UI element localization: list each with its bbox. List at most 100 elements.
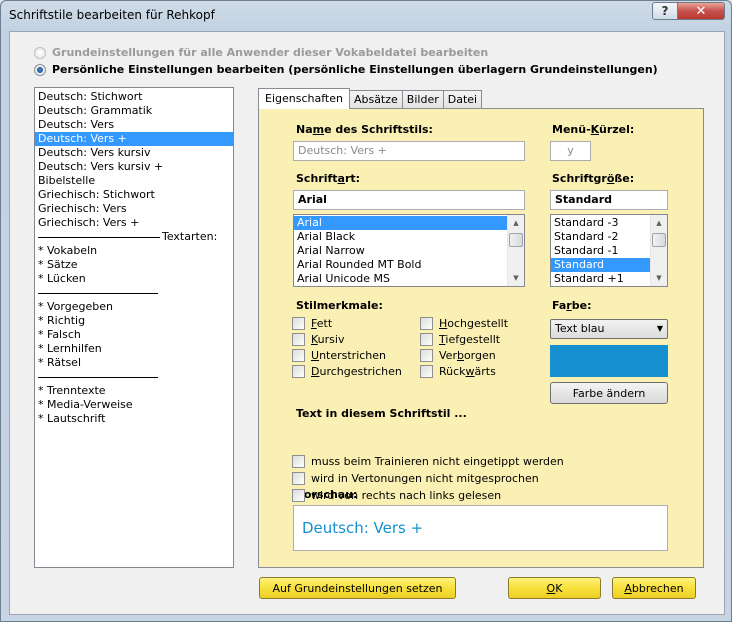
style-list-item[interactable]: Deutsch: Grammatik xyxy=(35,104,233,118)
scroll-down-icon[interactable]: ▼ xyxy=(651,270,667,286)
font-size-list[interactable]: Standard -3 Standard -2 Standard -1 Standar… xyxy=(550,214,668,287)
style-list-item[interactable]: Deutsch: Stichwort xyxy=(35,90,233,104)
list-items: Arial Arial Black Arial Narrow Arial Rounde… xyxy=(294,215,524,286)
scroll-down-icon[interactable]: ▼ xyxy=(508,270,524,286)
properties-panel: Name des Schriftstils: Deutsch: Vers + M… xyxy=(258,108,704,568)
reset-defaults-button[interactable]: Auf Grundeinstellungen setzen xyxy=(259,577,456,599)
shortcut-input[interactable]: y xyxy=(550,141,591,161)
style-list-item[interactable]: * Falsch xyxy=(35,328,233,342)
ok-button[interactable]: OK xyxy=(508,577,601,599)
checkbox[interactable] xyxy=(420,317,433,330)
checkbox-label: Verborgen xyxy=(439,349,496,362)
chevron-down-icon: ▼ xyxy=(656,324,663,333)
color-select[interactable]: Text blau ▼ xyxy=(550,319,668,339)
style-list-item[interactable]: * Rätsel xyxy=(35,356,233,370)
style-list-item[interactable]: * Sätze xyxy=(35,258,233,272)
list-item[interactable]: Arial Black xyxy=(294,230,507,244)
scrollbar[interactable]: ▲ ▼ xyxy=(507,215,524,286)
style-list-item[interactable]: * Vorgegeben xyxy=(35,300,233,314)
checkbox[interactable] xyxy=(292,472,305,485)
scroll-up-icon[interactable]: ▲ xyxy=(508,215,524,231)
checkbox[interactable] xyxy=(420,365,433,378)
list-item[interactable]: Arial Unicode MS xyxy=(294,272,507,286)
font-size-label: Schriftgröße: xyxy=(552,172,635,185)
style-list-item[interactable]: * Richtig xyxy=(35,314,233,328)
list-item[interactable]: Standard -1 xyxy=(551,244,650,258)
list-item[interactable]: Arial xyxy=(294,216,507,230)
separator-line xyxy=(38,237,160,238)
list-item[interactable]: Standard -2 xyxy=(551,230,650,244)
tab-datei[interactable]: Datei xyxy=(442,90,483,109)
style-list-item[interactable]: * Lautschrift xyxy=(35,412,233,426)
style-checkbox-unterstrichen[interactable]: Unterstrichen xyxy=(292,349,386,362)
checkbox[interactable] xyxy=(292,365,305,378)
style-list-item[interactable]: Deutsch: Vers kursiv xyxy=(35,146,233,160)
style-list-item[interactable]: Griechisch: Vers + xyxy=(35,216,233,230)
style-list-item[interactable]: Griechisch: Vers xyxy=(35,202,233,216)
style-list-item[interactable]: Deutsch: Vers kursiv + xyxy=(35,160,233,174)
checkbox[interactable] xyxy=(420,349,433,362)
font-list[interactable]: Arial Arial Black Arial Narrow Arial Rounde… xyxy=(293,214,525,287)
font-size-input[interactable]: Standard xyxy=(550,190,668,210)
style-checkbox-durchgestrichen[interactable]: Durchgestrichen xyxy=(292,365,402,378)
scroll-up-icon[interactable]: ▲ xyxy=(651,215,667,231)
style-checkbox-rückwärts[interactable]: Rückwärts xyxy=(420,365,496,378)
list-item[interactable]: Arial Narrow xyxy=(294,244,507,258)
change-color-button[interactable]: Farbe ändern xyxy=(550,382,668,404)
checkbox-label: Tiefgestellt xyxy=(439,333,501,346)
tab-strip: Eigenschaften Absätze Bilder Datei xyxy=(258,88,483,109)
cancel-button[interactable]: Abbrechen xyxy=(612,577,696,599)
scrollbar[interactable]: ▲ ▼ xyxy=(650,215,667,286)
text-option-checkbox[interactable]: wird in Vertonungen nicht mitgesprochen xyxy=(292,472,539,485)
style-list-item[interactable]: * Vokabeln xyxy=(35,244,233,258)
style-checkbox-verborgen[interactable]: Verborgen xyxy=(420,349,496,362)
style-list-item[interactable]: * Lücken xyxy=(35,272,233,286)
style-checkbox-fett[interactable]: Fett xyxy=(292,317,332,330)
style-checkbox-hochgestellt[interactable]: Hochgestellt xyxy=(420,317,508,330)
checkbox[interactable] xyxy=(292,333,305,346)
font-input[interactable]: Arial xyxy=(293,190,525,210)
font-label: Schriftart: xyxy=(296,172,361,185)
help-button[interactable]: ? xyxy=(652,2,678,20)
radio-global-option[interactable]: Grundeinstellungen für alle Anwender die… xyxy=(34,46,488,59)
style-name-input[interactable]: Deutsch: Vers + xyxy=(293,141,525,161)
style-list-item[interactable]: Bibelstelle xyxy=(35,174,233,188)
text-option-checkbox[interactable]: wird von rechts nach links gelesen xyxy=(292,489,501,502)
checkbox[interactable] xyxy=(292,455,305,468)
style-list-item[interactable]: Deutsch: Vers + xyxy=(35,132,233,146)
radio-personal-label: Persönliche Einstellungen bearbeiten (pe… xyxy=(52,63,658,76)
tab-absaetze[interactable]: Absätze xyxy=(348,90,403,109)
style-list-item[interactable]: Griechisch: Stichwort xyxy=(35,188,233,202)
window-title: Schriftstile bearbeiten für Rehkopf xyxy=(9,8,215,22)
radio-personal[interactable] xyxy=(34,63,46,76)
checkbox-label: Hochgestellt xyxy=(439,317,509,330)
text-option-checkbox[interactable]: muss beim Trainieren nicht eingetippt we… xyxy=(292,455,564,468)
radio-global[interactable] xyxy=(34,46,46,59)
checkbox-label: Unterstrichen xyxy=(311,349,387,362)
scroll-thumb[interactable] xyxy=(652,233,666,247)
list-item[interactable]: Arial Rounded MT Bold xyxy=(294,258,507,272)
style-list-item[interactable]: Deutsch: Vers xyxy=(35,118,233,132)
radio-global-label: Grundeinstellungen für alle Anwender die… xyxy=(52,46,489,59)
checkbox[interactable] xyxy=(292,317,305,330)
style-list-item[interactable]: * Lernhilfen xyxy=(35,342,233,356)
close-button[interactable]: ✕ xyxy=(677,2,725,20)
style-list-item[interactable]: * Trenntexte xyxy=(35,384,233,398)
tab-bilder[interactable]: Bilder xyxy=(401,90,444,109)
checkbox-label: wird von rechts nach links gelesen xyxy=(311,489,502,502)
tab-eigenschaften[interactable]: Eigenschaften xyxy=(258,88,350,109)
radio-personal-option[interactable]: Persönliche Einstellungen bearbeiten (pe… xyxy=(34,63,658,76)
checkbox-label: muss beim Trainieren nicht eingetippt we… xyxy=(311,455,564,468)
checkbox[interactable] xyxy=(292,349,305,362)
list-item[interactable]: Standard xyxy=(551,258,650,272)
checkbox[interactable] xyxy=(420,333,433,346)
style-attributes-label: Stilmerkmale: xyxy=(296,299,383,312)
checkbox[interactable] xyxy=(292,489,305,502)
scroll-thumb[interactable] xyxy=(509,233,523,247)
style-checkbox-kursiv[interactable]: Kursiv xyxy=(292,333,344,346)
style-list[interactable]: Deutsch: Stichwort Deutsch: Grammatik Deut… xyxy=(34,87,234,568)
style-list-item[interactable]: * Media-Verweise xyxy=(35,398,233,412)
list-item[interactable]: Standard -3 xyxy=(551,216,650,230)
style-checkbox-tiefgestellt[interactable]: Tiefgestellt xyxy=(420,333,500,346)
list-item[interactable]: Standard +1 xyxy=(551,272,650,286)
